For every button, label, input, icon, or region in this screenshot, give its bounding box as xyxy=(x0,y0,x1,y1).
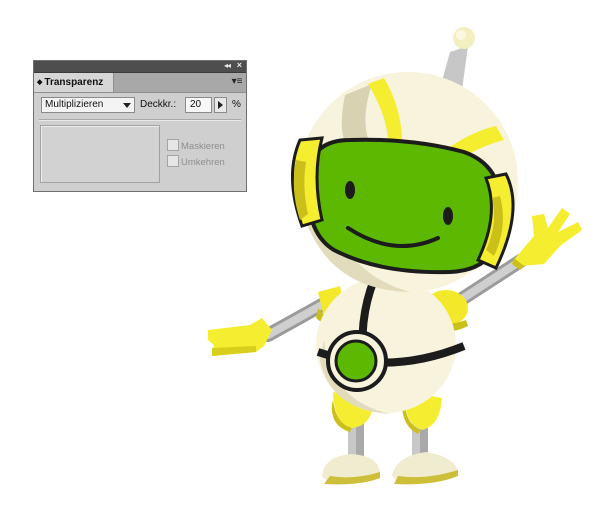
robot-head xyxy=(291,72,518,292)
robot-illustration xyxy=(208,27,582,485)
